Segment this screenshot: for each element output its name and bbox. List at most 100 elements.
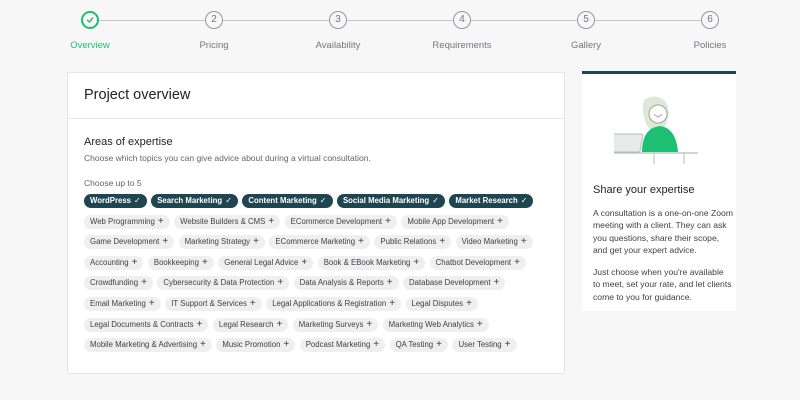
step-number: 5 [577,11,595,29]
step-requirements[interactable]: 4 Requirements [402,11,522,51]
tag-label: Marketing Web Analytics [388,319,474,329]
tag-label: Mobile Marketing & Advertising [90,340,198,350]
plus-icon: + [196,318,203,330]
expertise-tag-selected[interactable]: Social Media Marketing ✓ [336,194,445,208]
share-expertise-card: Share your expertise A consultation is a… [582,71,736,311]
tag-label: Book & EBook Marketing [323,257,411,267]
expertise-tag[interactable]: Music Promotion + [216,338,296,353]
tag-label: Bookkeeping [153,257,199,267]
tag-label: Database Development [409,278,491,288]
plus-icon: + [497,215,503,227]
plus-icon: + [141,277,147,289]
expertise-tag[interactable]: Legal Disputes + [405,296,478,311]
section-description: Choose which topics you can give advice … [84,153,371,163]
check-icon: ✓ [225,196,232,205]
card-header: Project overview [68,73,564,119]
tag-label: Legal Documents & Contracts [90,319,194,329]
step-number: 6 [701,11,719,29]
expertise-tag[interactable]: Mobile App Development + [401,214,509,229]
tag-label: Accounting [90,257,129,267]
tag-label: ECommerce Development [290,216,383,226]
expertise-tag[interactable]: QA Testing + [389,338,448,353]
plus-icon: + [439,236,446,248]
tag-label: Podcast Marketing [305,340,371,350]
expertise-tag[interactable]: Public Relations + [374,235,452,250]
expertise-tag[interactable]: Crowdfunding + [84,276,153,291]
expertise-tag[interactable]: Chatbot Development + [429,255,526,270]
expertise-tag[interactable]: Marketing Surveys + [292,317,379,332]
expertise-tag[interactable]: Website Builders & CMS + [174,214,281,229]
expertise-tag-selected[interactable]: Market Research ✓ [449,194,534,208]
plus-icon: + [514,256,520,268]
expertise-tag[interactable]: Data Analysis & Reports + [293,276,399,291]
step-label: Gallery [570,40,602,51]
tag-label: WordPress [90,196,132,205]
tag-label: Content Marketing [248,196,317,205]
plus-icon: + [200,339,206,351]
expertise-tag[interactable]: IT Support & Services + [165,296,262,311]
expertise-tag[interactable]: Mobile Marketing & Advertising + [84,338,212,353]
expertise-tag[interactable]: Marketing Strategy + [178,235,265,250]
tag-label: Game Development [90,237,160,247]
step-pricing[interactable]: 2 Pricing [154,11,274,51]
step-overview[interactable]: Overview [30,11,150,51]
plus-icon: + [366,318,373,330]
check-icon: ✓ [134,196,141,205]
plus-icon: + [358,236,364,248]
plus-icon: + [131,256,138,268]
plus-icon: + [504,339,511,351]
step-label: Requirements [432,40,492,51]
expertise-tag[interactable]: Book & EBook Marketing + [317,255,426,270]
tag-label: Chatbot Development [435,257,512,267]
expertise-tag[interactable]: Game Development + [84,235,175,250]
plus-icon: + [413,256,420,268]
expertise-tag[interactable]: Marketing Web Analytics + [382,317,489,332]
expertise-tag[interactable]: Video Marketing + [455,235,533,250]
selection-limit-hint: Choose up to 5 [84,178,142,188]
tag-label: Market Research [455,196,518,205]
expertise-tag[interactable]: Legal Research + [212,317,289,332]
expertise-tag[interactable]: Podcast Marketing + [299,338,386,353]
tag-label: IT Support & Services [171,298,247,308]
tag-label: Music Promotion [222,340,281,350]
expertise-tag-selected[interactable]: Search Marketing ✓ [151,194,238,208]
step-label: Overview [70,40,110,51]
person-at-laptop-illustration [609,94,704,171]
step-gallery[interactable]: 5 Gallery [526,11,646,51]
step-number: 4 [453,11,471,29]
expertise-tag[interactable]: Email Marketing + [84,296,161,311]
tag-label: Email Marketing [90,298,146,308]
step-complete-check-icon [81,11,99,29]
expertise-tag[interactable]: General Legal Advice + [218,255,314,270]
expertise-tag[interactable]: Database Development + [403,276,506,291]
step-policies[interactable]: 6 Policies [650,11,770,51]
areas-of-expertise-section: Areas of expertise Choose which topics y… [84,136,554,359]
expertise-tag[interactable]: ECommerce Marketing + [269,235,370,250]
tag-label: Web Programming [90,216,155,226]
check-icon: ✓ [432,196,439,205]
expertise-tag-selected[interactable]: WordPress ✓ [84,194,147,208]
tag-label: Marketing Strategy [184,237,251,247]
expertise-tag[interactable]: Accounting + [84,255,144,270]
expertise-tag[interactable]: Cybersecurity & Data Protection + [157,276,290,291]
section-title: Areas of expertise [84,136,173,148]
plus-icon: + [436,339,442,351]
tag-label: General Legal Advice [224,257,299,267]
expertise-tag[interactable]: ECommerce Development + [284,214,397,229]
expertise-tag[interactable]: User Testing + [452,338,517,353]
expertise-tag[interactable]: Bookkeeping + [147,255,214,270]
plus-icon: + [148,297,155,309]
tag-label: User Testing [458,340,502,350]
expertise-tag[interactable]: Legal Applications & Registration + [266,296,402,311]
expertise-tag-selected[interactable]: Content Marketing ✓ [242,194,333,208]
expertise-tag[interactable]: Legal Documents & Contracts + [84,317,209,332]
tag-label: Data Analysis & Reports [299,278,384,288]
step-number: 3 [329,11,347,29]
expertise-tag[interactable]: Web Programming + [84,214,170,229]
plus-icon: + [201,256,208,268]
step-availability[interactable]: 3 Availability [278,11,398,51]
side-card-title: Share your expertise [593,184,695,196]
step-label: Pricing [199,40,229,51]
page-title: Project overview [84,87,191,103]
plus-icon: + [249,297,256,309]
